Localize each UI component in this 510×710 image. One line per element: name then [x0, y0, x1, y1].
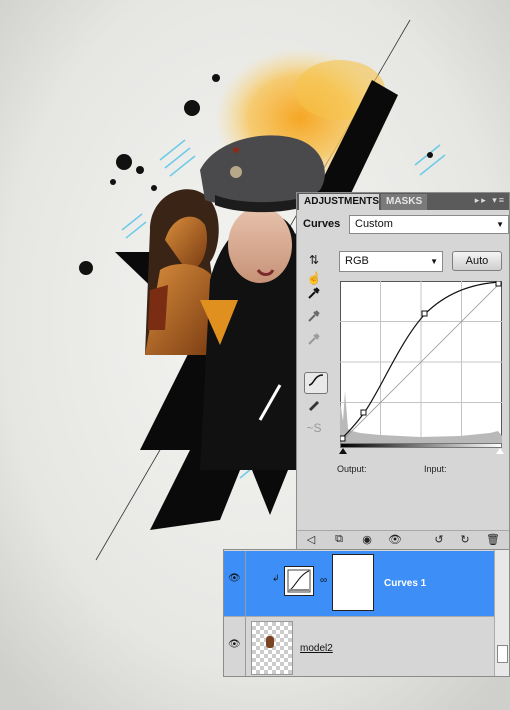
preset-value: Custom — [355, 218, 393, 230]
curves-adjustment-thumbnail[interactable] — [284, 566, 314, 596]
gray-point-eyedropper-icon[interactable] — [305, 309, 323, 327]
white-slider-icon[interactable] — [496, 448, 504, 454]
black-point-eyedropper-icon[interactable] — [305, 286, 323, 304]
curve-point[interactable] — [495, 280, 502, 287]
reset-icon[interactable]: ↻ — [457, 533, 473, 546]
expand-view-icon[interactable]: ⧉ — [331, 533, 347, 546]
layer-name-model2[interactable]: model2 — [300, 643, 333, 654]
gradient-bar — [340, 443, 502, 448]
trash-icon[interactable]: 🗑 — [485, 533, 501, 546]
target-adjust-icon[interactable]: ⇅☝ — [305, 251, 323, 285]
channel-value: RGB — [345, 255, 369, 267]
visibility-eye-icon[interactable]: 👁 — [387, 533, 403, 546]
layer-mask-thumbnail[interactable] — [332, 554, 374, 611]
layer-row-curves[interactable]: 👁 ↲ ∞ Curves 1 — [224, 551, 496, 616]
link-chain-icon[interactable]: ∞ — [320, 575, 327, 586]
adjustment-type-label: Curves — [303, 218, 341, 230]
auto-button[interactable]: Auto — [452, 251, 502, 271]
input-label: Input: — [424, 464, 447, 474]
tab-adjustments[interactable]: ADJUSTMENTS — [299, 194, 379, 210]
output-label: Output: — [337, 464, 367, 474]
layer-visibility-eye-icon[interactable]: 👁 — [224, 551, 246, 616]
scrollbar-thumb[interactable] — [497, 645, 508, 663]
curve-edit-points-icon[interactable] — [304, 372, 328, 394]
panel-footer: ◁ ⧉ ◉ 👁 ↺ ↻ 🗑 — [297, 530, 509, 550]
white-point-eyedropper-icon[interactable] — [305, 332, 323, 350]
layer-visibility-eye-icon[interactable]: 👁 — [224, 617, 246, 676]
smooth-curve-icon[interactable]: ~S — [305, 419, 323, 437]
previous-state-icon[interactable]: ↺ — [431, 533, 447, 546]
back-arrow-icon[interactable]: ◁ — [303, 533, 319, 546]
tab-masks[interactable]: MASKS — [381, 194, 427, 210]
clipping-arrow-icon: ↲ — [272, 573, 280, 583]
black-slider-icon[interactable] — [339, 448, 347, 454]
pencil-icon[interactable] — [305, 397, 323, 415]
curves-header: Curves Custom ▼ — [303, 215, 509, 235]
adjustments-panel: ADJUSTMENTS MASKS ▸▸ ▾≡ Curves Custom ▼ … — [296, 192, 510, 550]
curve-point[interactable] — [360, 409, 367, 416]
curve-point[interactable] — [421, 310, 428, 317]
panel-tab-bar: ADJUSTMENTS MASKS ▸▸ ▾≡ — [297, 193, 509, 210]
preset-select[interactable]: Custom ▼ — [349, 215, 509, 234]
panel-menu-icon[interactable]: ▸▸ ▾≡ — [475, 195, 506, 206]
clip-to-layer-icon[interactable]: ◉ — [359, 533, 375, 546]
layers-panel: 👁 ↲ ∞ Curves 1 👁 model2 — [223, 549, 510, 677]
layers-scrollbar[interactable] — [494, 550, 509, 676]
channel-select[interactable]: RGB ▼ — [339, 251, 443, 272]
model2-layer-thumbnail[interactable] — [251, 621, 293, 675]
curve-point[interactable] — [339, 435, 346, 442]
layer-name-curves[interactable]: Curves 1 — [384, 578, 426, 589]
chevron-down-icon: ▼ — [496, 220, 504, 229]
curves-graph[interactable] — [339, 280, 503, 444]
layer-row-model2[interactable]: 👁 model2 — [224, 616, 496, 676]
chevron-down-icon: ▼ — [430, 257, 438, 266]
